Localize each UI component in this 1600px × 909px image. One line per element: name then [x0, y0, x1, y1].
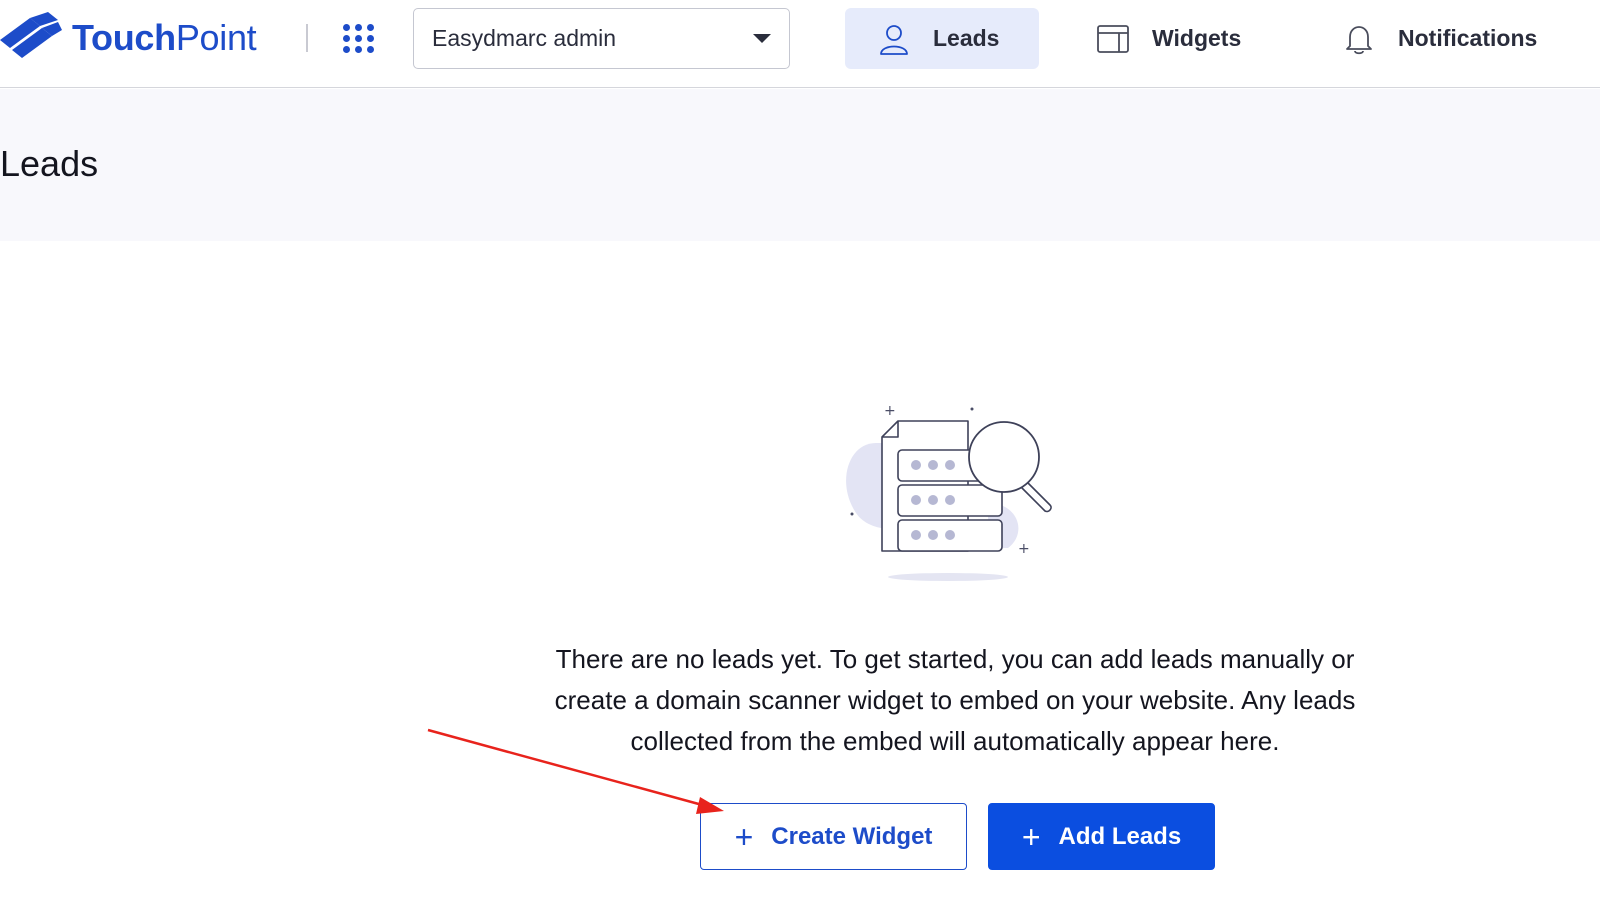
plus-icon: + — [1021, 818, 1041, 855]
grid-icon-dot — [367, 35, 374, 42]
touchpoint-logo-mark-icon — [0, 12, 62, 58]
top-navigation-bar: TouchPoint Easydmarc admin Leads Widgets — [0, 0, 1600, 88]
widget-window-icon — [1097, 24, 1129, 53]
user-icon — [880, 24, 908, 55]
plus-icon: + — [734, 818, 754, 855]
touchpoint-logo[interactable]: TouchPoint — [0, 12, 257, 64]
brand-name: TouchPoint — [72, 17, 257, 58]
bell-icon — [1346, 25, 1372, 54]
svg-text:+: + — [1018, 541, 1030, 557]
nav-notifications-label: Notifications — [1398, 25, 1538, 51]
nav-widgets[interactable]: Widgets — [1096, 8, 1296, 69]
grid-icon-dot — [343, 46, 350, 53]
grid-icon-dot — [355, 24, 362, 31]
nav-leads-label: Leads — [933, 25, 1000, 51]
nav-widgets-label: Widgets — [1152, 25, 1242, 51]
create-widget-button[interactable]: + Create Widget — [700, 803, 967, 870]
header-divider — [306, 24, 308, 52]
nav-leads[interactable]: Leads — [845, 8, 1039, 69]
document-search-icon: + + — [846, 403, 1052, 581]
svg-text:+: + — [884, 403, 896, 419]
account-select-value: Easydmarc admin — [432, 25, 617, 51]
page-title: Leads — [0, 143, 99, 184]
grid-icon-dot — [343, 35, 350, 42]
empty-state-message: There are no leads yet. To get started, … — [554, 644, 1356, 756]
grid-icon-dot — [355, 46, 362, 53]
grid-icon-dot — [367, 24, 374, 31]
grid-icon-dot — [367, 46, 374, 53]
create-widget-label: Create Widget — [771, 822, 933, 850]
grid-icon — [343, 24, 350, 31]
page-header: Leads — [0, 89, 1600, 241]
chevron-down-icon — [753, 34, 771, 43]
leads-empty-state: + + There are no leads yet. To get start… — [0, 241, 1600, 909]
grid-icon-dot — [355, 35, 362, 42]
add-leads-label: Add Leads — [1058, 822, 1182, 850]
add-leads-button[interactable]: + Add Leads — [988, 803, 1215, 870]
apps-grid-button[interactable] — [340, 21, 374, 55]
nav-notifications[interactable]: Notifications — [1342, 8, 1582, 69]
account-select[interactable]: Easydmarc admin — [413, 8, 790, 69]
